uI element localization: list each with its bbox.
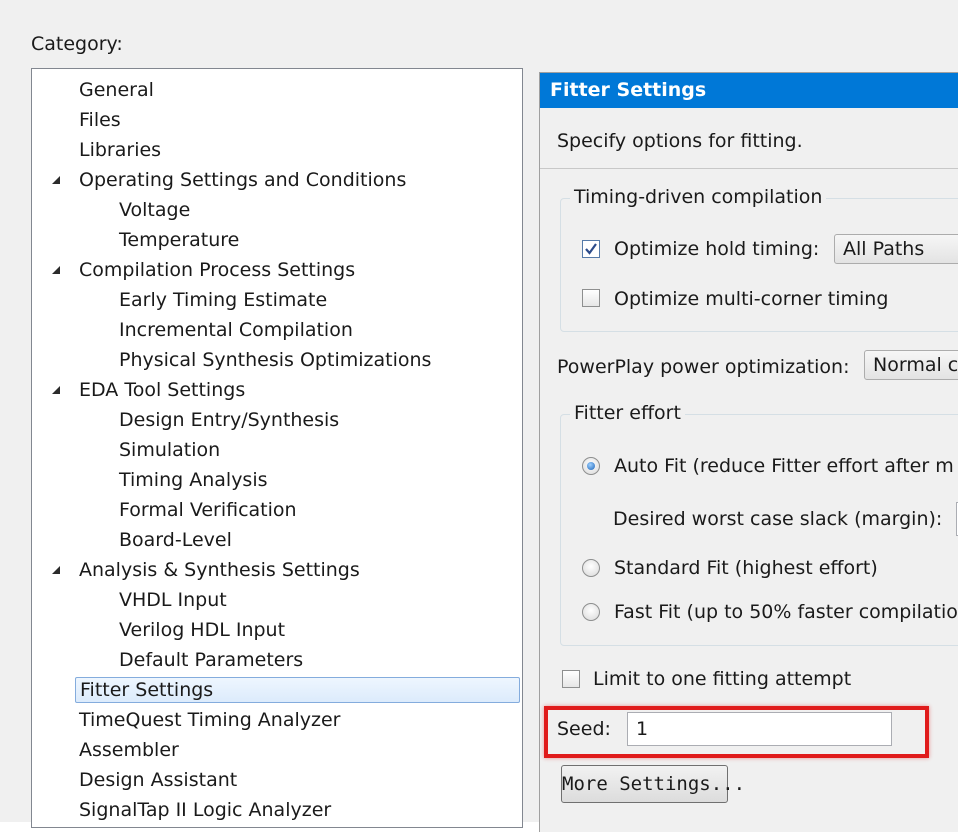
expanded-triangle-icon[interactable] <box>50 377 62 403</box>
expanded-triangle-icon[interactable] <box>50 257 62 283</box>
description-divider <box>540 168 958 169</box>
category-label: Category: <box>31 33 123 55</box>
tree-item[interactable]: Design Assistant <box>79 767 237 793</box>
tree-item[interactable]: TimeQuest Timing Analyzer <box>79 707 340 733</box>
tree-item-selected[interactable]: Fitter Settings <box>75 677 520 703</box>
more-settings-button[interactable]: More Settings... <box>561 765 745 803</box>
tree-item[interactable]: Operating Settings and Conditions <box>79 167 406 193</box>
tree-item[interactable]: Compilation Process Settings <box>79 257 355 283</box>
tree-item[interactable]: Timing Analysis <box>119 467 268 493</box>
optimize-multicorner-checkbox[interactable] <box>582 289 600 307</box>
tree-item[interactable]: VHDL Input <box>119 587 227 613</box>
limit-fitting-attempt-checkbox[interactable] <box>562 670 580 688</box>
tree-item[interactable]: Board-Level <box>119 527 232 553</box>
tree-item[interactable]: Default Parameters <box>119 647 303 673</box>
fast-fit-radio[interactable] <box>582 603 600 621</box>
timing-driven-legend: Timing-driven compilation <box>570 186 827 208</box>
expanded-triangle-icon[interactable] <box>50 167 62 193</box>
optimize-hold-timing-label: Optimize hold timing: <box>614 238 820 260</box>
limit-fitting-attempt-label: Limit to one fitting attempt <box>593 668 852 690</box>
tree-item[interactable]: Simulation <box>119 437 220 463</box>
hold-timing-dropdown[interactable]: All Paths <box>834 234 958 264</box>
tree-item[interactable]: Libraries <box>79 137 161 163</box>
tree-item[interactable]: Early Timing Estimate <box>119 287 327 313</box>
powerplay-dropdown[interactable]: Normal co <box>864 350 958 380</box>
timing-driven-group <box>560 198 958 332</box>
expanded-triangle-icon[interactable] <box>50 557 62 583</box>
powerplay-label: PowerPlay power optimization: <box>557 356 850 378</box>
tree-item[interactable]: Verilog HDL Input <box>119 617 285 643</box>
optimize-multicorner-label: Optimize multi-corner timing <box>614 288 889 310</box>
tree-item[interactable]: Design Entry/Synthesis <box>119 407 339 433</box>
tree-item[interactable]: Formal Verification <box>119 497 297 523</box>
tree-item[interactable]: Temperature <box>119 227 239 253</box>
checkmark-icon <box>585 243 597 255</box>
tree-item[interactable]: EDA Tool Settings <box>79 377 245 403</box>
tree-item[interactable]: SignalTap II Logic Analyzer <box>79 797 331 823</box>
tree-item[interactable]: Assembler <box>79 737 179 763</box>
category-tree[interactable]: General Files Libraries Operating Settings … <box>31 68 523 828</box>
tree-item[interactable]: General <box>79 77 154 103</box>
tree-item[interactable]: Incremental Compilation <box>119 317 353 343</box>
standard-fit-radio[interactable] <box>582 559 600 577</box>
optimize-hold-timing-checkbox[interactable] <box>582 240 600 258</box>
tree-item[interactable]: Voltage <box>119 197 190 223</box>
seed-highlight-box <box>544 706 929 758</box>
fitter-effort-legend: Fitter effort <box>570 402 685 424</box>
panel-title: Fitter Settings <box>540 73 958 108</box>
panel-description: Specify options for fitting. <box>557 130 803 152</box>
fast-fit-label: Fast Fit (up to 50% faster compilatio <box>614 601 958 623</box>
auto-fit-label: Auto Fit (reduce Fitter effort after m <box>614 455 954 477</box>
tree-item[interactable]: Files <box>79 107 121 133</box>
standard-fit-label: Standard Fit (highest effort) <box>614 557 878 579</box>
worst-case-slack-label: Desired worst case slack (margin): <box>613 508 943 530</box>
tree-item[interactable]: Analysis & Synthesis Settings <box>79 557 360 583</box>
tree-item[interactable]: Physical Synthesis Optimizations <box>119 347 431 373</box>
auto-fit-radio[interactable] <box>582 457 600 475</box>
